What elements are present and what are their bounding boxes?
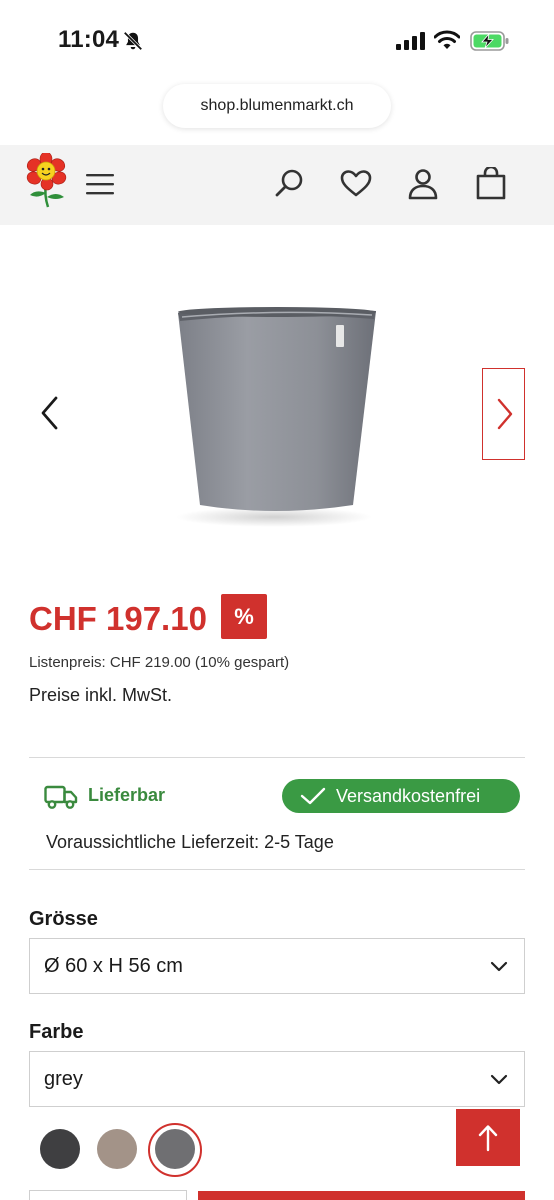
check-icon xyxy=(300,787,326,805)
next-image-button[interactable] xyxy=(482,368,525,460)
color-select[interactable]: grey xyxy=(29,1051,525,1107)
color-swatch-grey[interactable] xyxy=(155,1129,195,1169)
size-label: Grösse xyxy=(29,908,98,930)
divider xyxy=(29,757,525,758)
truck-icon xyxy=(44,785,78,809)
quantity-field[interactable] xyxy=(29,1190,187,1200)
chevron-left-icon[interactable] xyxy=(30,393,70,433)
scroll-to-top-button[interactable] xyxy=(456,1109,520,1166)
product-price: CHF 197.10 xyxy=(29,600,207,637)
delivery-time: Voraussichtliche Lieferzeit: 2-5 Tage xyxy=(46,832,334,852)
vat-note: Preise inkl. MwSt. xyxy=(29,685,173,705)
size-select[interactable]: Ø 60 x H 56 cm xyxy=(29,938,525,994)
url-text: shop.blumenmarkt.ch xyxy=(200,97,354,114)
availability-status: Lieferbar xyxy=(88,785,166,805)
sale-badge: % xyxy=(221,594,267,639)
color-swatch-anthracite[interactable] xyxy=(40,1129,80,1169)
arrow-up-icon xyxy=(478,1124,498,1151)
color-swatch-taupe[interactable] xyxy=(97,1129,137,1169)
user-icon[interactable] xyxy=(406,167,440,201)
search-icon[interactable] xyxy=(272,167,306,201)
bell-off-icon xyxy=(123,31,143,51)
chevron-right-icon xyxy=(497,398,512,430)
free-shipping-badge: Versandkostenfrei xyxy=(282,779,520,813)
heart-icon[interactable] xyxy=(339,167,373,201)
shopping-bag-icon[interactable] xyxy=(474,167,508,201)
flower-logo[interactable] xyxy=(26,153,70,209)
size-value: Ø 60 x H 56 cm xyxy=(44,954,183,977)
divider xyxy=(29,869,525,870)
chevron-down-icon xyxy=(490,1074,508,1085)
product-gallery xyxy=(0,225,554,580)
add-to-cart-button[interactable] xyxy=(198,1191,525,1200)
free-shipping-label: Versandkostenfrei xyxy=(336,785,481,806)
site-header xyxy=(0,145,554,225)
status-bar: 11:04 xyxy=(0,0,554,80)
list-price: Listenpreis: CHF 219.00 (10% gespart) xyxy=(29,654,290,671)
hamburger-menu-icon[interactable] xyxy=(86,173,114,195)
product-image[interactable] xyxy=(148,295,408,535)
color-label: Farbe xyxy=(29,1021,84,1043)
wifi-icon xyxy=(434,30,460,49)
url-bar[interactable]: shop.blumenmarkt.ch xyxy=(163,84,391,128)
color-value: grey xyxy=(44,1067,83,1090)
battery-charging-icon xyxy=(470,31,509,51)
status-time: 11:04 xyxy=(58,26,120,53)
chevron-down-icon xyxy=(490,961,508,972)
cellular-signal-icon xyxy=(396,32,425,50)
